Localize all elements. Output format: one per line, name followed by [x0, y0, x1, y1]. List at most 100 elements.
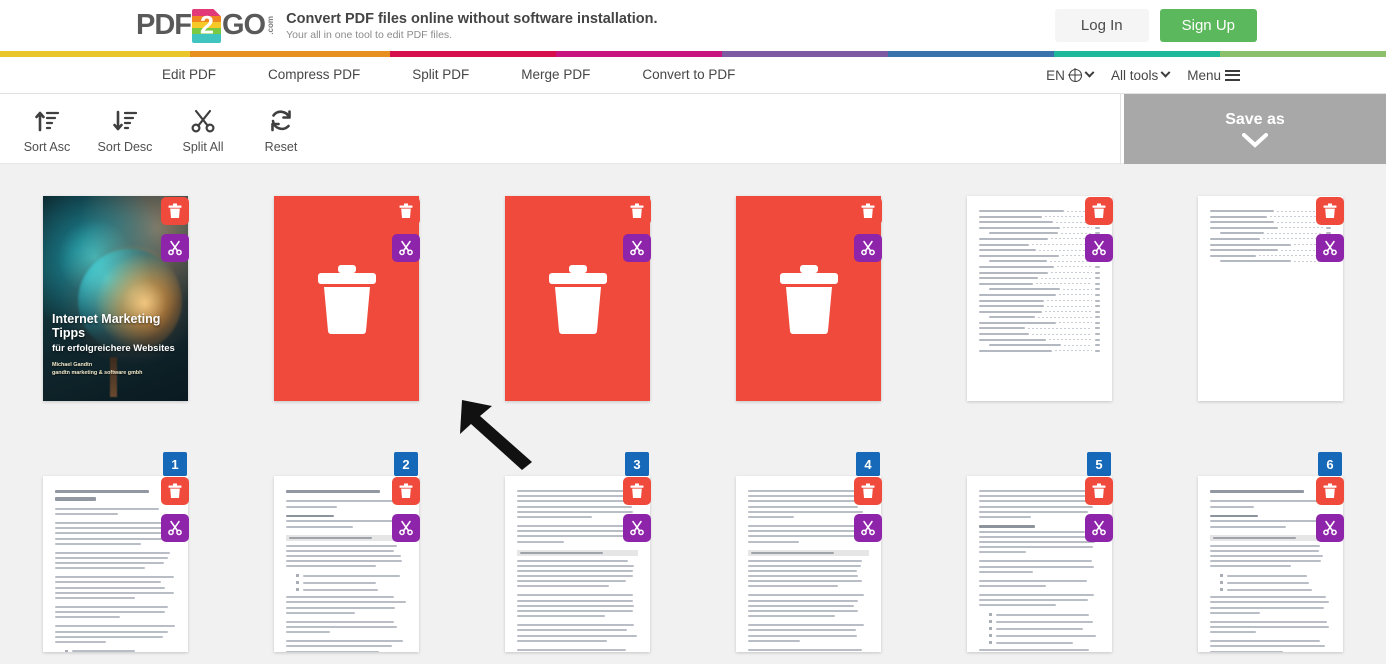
page-thumbnail[interactable]: Internet Marketing Tipps für erfolgreiche… — [43, 196, 188, 401]
tool-split-all[interactable]: Split All — [164, 103, 242, 154]
tagline: Convert PDF files online without softwar… — [286, 8, 657, 43]
logo-text-pdf: PDF — [136, 11, 191, 40]
trash-icon — [316, 263, 378, 335]
split-page-button[interactable] — [854, 514, 882, 542]
cover-subtitle: für erfolgreichere Websites — [52, 343, 182, 354]
menu-button[interactable]: Menu — [1187, 68, 1240, 83]
logo-page-fold — [213, 9, 221, 17]
split-page-button[interactable] — [1085, 234, 1113, 262]
chevron-down-icon — [1084, 67, 1094, 77]
toolbar-divider — [1120, 94, 1121, 163]
delete-page-button[interactable] — [1316, 477, 1344, 505]
tagline-sub: Your all in one tool to edit PDF files. — [286, 28, 657, 43]
delete-page-button[interactable] — [623, 197, 651, 225]
cover-art: Internet Marketing Tipps für erfolgreiche… — [43, 196, 188, 401]
chevron-down-icon — [1242, 133, 1268, 148]
page-number-badge: 3 — [625, 452, 649, 476]
page-cell[interactable]: 6 — [1155, 196, 1386, 476]
nav-link-split-pdf[interactable]: Split PDF — [386, 57, 495, 93]
logo-text-go: GO — [222, 11, 265, 40]
rainbow-segment — [1220, 51, 1386, 57]
page-thumbnail[interactable] — [505, 196, 650, 401]
logo-mark: PDF 2 GO .com — [136, 9, 275, 43]
cover-text: Internet Marketing Tipps für erfolgreiche… — [52, 313, 182, 377]
page-thumbnail[interactable] — [967, 196, 1112, 401]
save-as-label: Save as — [1225, 111, 1285, 129]
delete-page-button[interactable] — [392, 197, 420, 225]
main-navigation: Edit PDF Compress PDF Split PDF Merge PDF Co… — [0, 57, 1386, 94]
page-thumbnail[interactable] — [1198, 196, 1343, 401]
split-page-button[interactable] — [161, 514, 189, 542]
page-number-badge: 5 — [1087, 452, 1111, 476]
logo[interactable]: PDF 2 GO .com Convert PDF files online w… — [136, 0, 658, 51]
page-thumbnail[interactable] — [274, 196, 419, 401]
delete-page-button[interactable] — [161, 477, 189, 505]
page-cell[interactable]: 11 — [924, 476, 1155, 664]
sort-ascending-icon — [34, 107, 60, 135]
nav-link-edit-pdf[interactable]: Edit PDF — [136, 57, 242, 93]
page-number-badge: 4 — [856, 452, 880, 476]
split-page-button[interactable] — [392, 234, 420, 262]
page-cell[interactable]: 2 — [231, 196, 462, 476]
delete-page-button[interactable] — [854, 197, 882, 225]
tool-label: Reset — [265, 140, 298, 154]
page-cell[interactable]: 9 — [462, 476, 693, 664]
page-grid: Internet Marketing Tipps für erfolgreiche… — [0, 164, 1386, 664]
logo-text-two: 2 — [200, 13, 213, 38]
tool-label: Sort Desc — [98, 140, 153, 154]
tool-sort-asc[interactable]: Sort Asc — [8, 103, 86, 154]
delete-page-button[interactable] — [161, 197, 189, 225]
split-page-button[interactable] — [392, 514, 420, 542]
page-cell[interactable]: 12 — [1155, 476, 1386, 664]
delete-page-button[interactable] — [1316, 197, 1344, 225]
nav-links: Edit PDF Compress PDF Split PDF Merge PDF Co… — [136, 57, 761, 93]
header-actions: Log In Sign Up — [1055, 9, 1257, 42]
logo-text-dotcom: .com — [267, 16, 275, 35]
delete-page-button[interactable] — [1085, 197, 1113, 225]
page-cell[interactable]: 5 — [924, 196, 1155, 476]
page-thumbnail[interactable] — [736, 196, 881, 401]
cover-author: Michael Gandtn gandtn marketing & softwar… — [52, 361, 182, 377]
globe-icon — [1069, 69, 1082, 82]
chevron-down-icon — [1161, 67, 1171, 77]
page-cell[interactable]: 7 — [0, 476, 231, 664]
tool-label: Split All — [183, 140, 224, 154]
delete-page-button[interactable] — [623, 477, 651, 505]
page-cell[interactable]: 8 — [231, 476, 462, 664]
all-tools-label: All tools — [1111, 68, 1158, 83]
split-page-button[interactable] — [623, 514, 651, 542]
all-tools-dropdown[interactable]: All tools — [1111, 68, 1169, 83]
sort-descending-icon — [112, 107, 138, 135]
page-cell[interactable]: 4 — [693, 196, 924, 476]
trash-icon — [547, 263, 609, 335]
nav-link-compress-pdf[interactable]: Compress PDF — [242, 57, 386, 93]
delete-page-button[interactable] — [392, 477, 420, 505]
split-page-button[interactable] — [1085, 514, 1113, 542]
sign-up-button[interactable]: Sign Up — [1160, 9, 1257, 42]
page-cell[interactable]: Internet Marketing Tipps für erfolgreiche… — [0, 196, 231, 476]
tool-reset[interactable]: Reset — [242, 103, 320, 154]
nav-link-convert-to-pdf[interactable]: Convert to PDF — [616, 57, 761, 93]
split-page-button[interactable] — [1316, 234, 1344, 262]
page-cell[interactable]: 3 — [462, 196, 693, 476]
trash-icon — [778, 263, 840, 335]
split-page-button[interactable] — [1316, 514, 1344, 542]
split-page-button[interactable] — [623, 234, 651, 262]
split-page-button[interactable] — [161, 234, 189, 262]
delete-page-button[interactable] — [1085, 477, 1113, 505]
split-page-button[interactable] — [854, 234, 882, 262]
language-selector[interactable]: EN — [1046, 68, 1093, 83]
delete-page-button[interactable] — [854, 477, 882, 505]
tool-sort-desc[interactable]: Sort Desc — [86, 103, 164, 154]
menu-label: Menu — [1187, 68, 1221, 83]
page-number-badge: 1 — [163, 452, 187, 476]
page-number-badge: 2 — [394, 452, 418, 476]
page-cell[interactable]: 10 — [693, 476, 924, 664]
save-as-button[interactable]: Save as — [1124, 94, 1386, 164]
nav-link-merge-pdf[interactable]: Merge PDF — [495, 57, 616, 93]
site-header: PDF 2 GO .com Convert PDF files online w… — [0, 0, 1386, 51]
tool-label: Sort Asc — [24, 140, 71, 154]
page-number-badge: 6 — [1318, 452, 1342, 476]
log-in-button[interactable]: Log In — [1055, 9, 1149, 42]
editor-toolbar: Sort Asc Sort Desc Split All Reset Save as — [0, 94, 1386, 164]
